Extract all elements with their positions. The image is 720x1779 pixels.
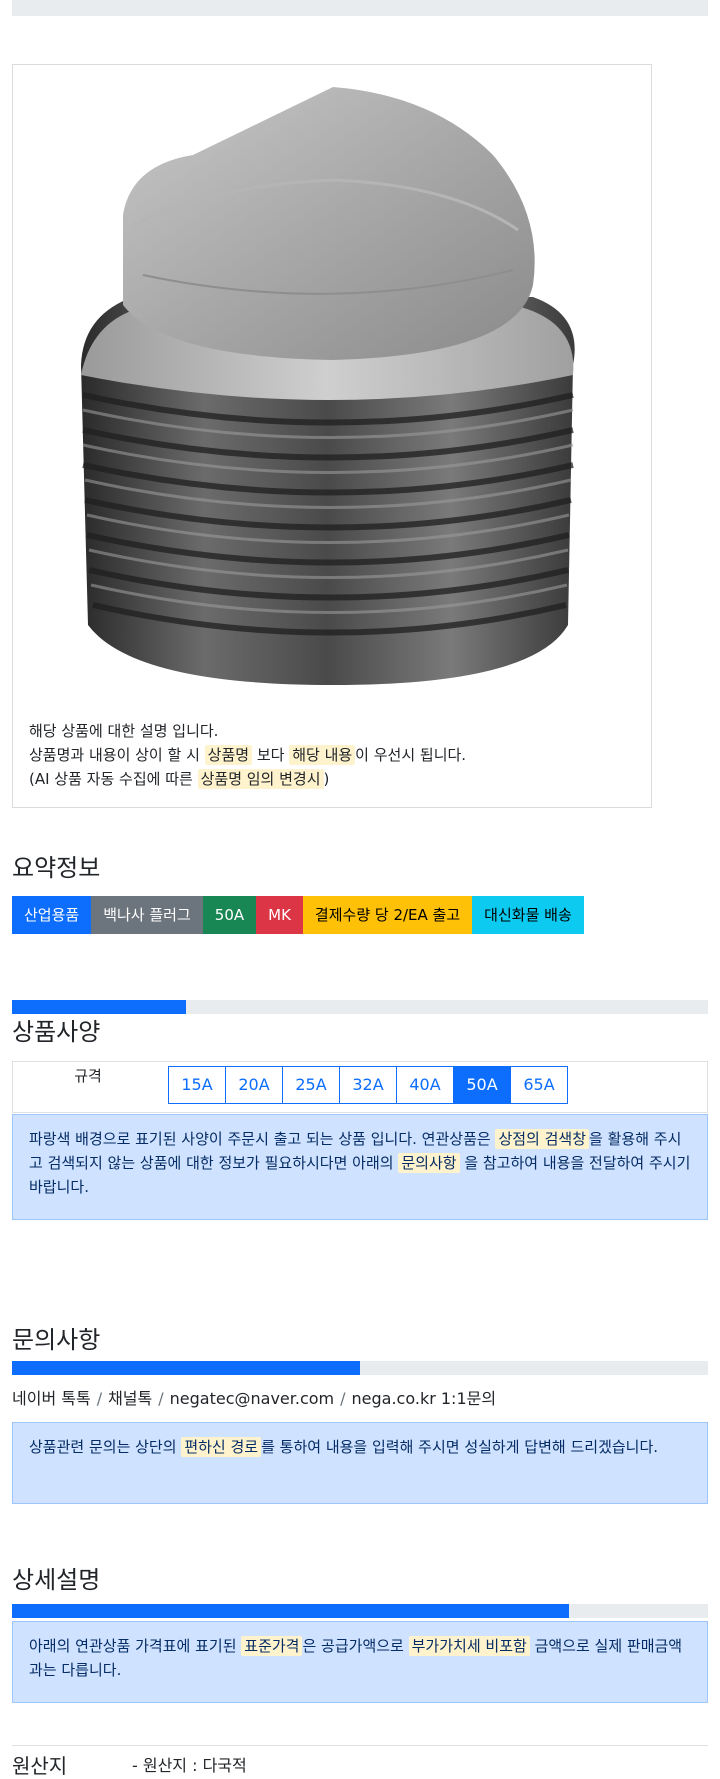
description-line-2: 상품명과 내용이 상이 할 시 상품명 보다 해당 내용 이 우선시 됩니다. xyxy=(29,743,466,767)
contact-naver-talk[interactable]: 네이버 톡톡 xyxy=(12,1389,91,1408)
badge-brand: MK xyxy=(256,896,303,934)
inquiry-progress-fill xyxy=(12,1361,360,1375)
spec-option-15a[interactable]: 15A xyxy=(168,1066,226,1104)
text: 은 공급가액으로 xyxy=(302,1637,409,1655)
description-line-3: (AI 상품 자동 수집에 따른 상품명 임의 변경시) xyxy=(29,767,466,791)
contact-channel-talk[interactable]: 채널톡 xyxy=(108,1389,152,1408)
highlight: 상점의 검색창 xyxy=(495,1129,590,1149)
description-line-1: 해당 상품에 대한 설명 입니다. xyxy=(29,722,219,740)
text: 상품명과 내용이 상이 할 시 xyxy=(29,746,205,764)
highlight: 편하신 경로 xyxy=(181,1437,262,1457)
spec-option-32a[interactable]: 32A xyxy=(339,1066,397,1104)
separator: / xyxy=(158,1389,164,1408)
contact-site-inquiry[interactable]: nega.co.kr 1:1문의 xyxy=(352,1389,497,1408)
spec-option-40a[interactable]: 40A xyxy=(396,1066,454,1104)
spec-title: 상품사양 xyxy=(12,1018,101,1046)
inquiry-notice: 상품관련 문의는 상단의 편하신 경로 를 통하여 내용을 입력해 주시면 성실하… xyxy=(12,1422,708,1504)
text: 아래의 연관상품 가격표에 표기된 xyxy=(29,1637,242,1655)
spec-option-20a[interactable]: 20A xyxy=(225,1066,283,1104)
text: ) xyxy=(323,770,330,788)
highlight: 부가가치세 비포함 xyxy=(408,1636,530,1656)
highlight: 표준가격 xyxy=(241,1636,303,1656)
text: 이 우선시 됩니다. xyxy=(355,746,467,764)
text: 상품관련 문의는 상단의 xyxy=(29,1438,182,1456)
origin-label: 원산지 xyxy=(12,1754,68,1778)
highlight: 상품명 임의 변경시 xyxy=(197,769,324,789)
text: 보다 xyxy=(252,746,290,764)
separator: / xyxy=(96,1389,103,1408)
contact-links: 네이버 톡톡 / 채널톡 / negatec@naver.com / nega.co.kr … xyxy=(12,1385,496,1409)
product-image-card: 해당 상품에 대한 설명 입니다. 상품명과 내용이 상이 할 시 상품명 보다… xyxy=(12,64,652,808)
text: 를 통하여 내용을 입력해 주시면 성실하게 답변해 드리겠습니다. xyxy=(261,1438,659,1456)
text: 파랑색 배경으로 표기된 사양이 주문시 출고 되는 상품 입니다. 연관상품은 xyxy=(29,1130,496,1148)
inquiry-title: 문의사항 xyxy=(12,1326,101,1354)
top-progress-bar xyxy=(12,0,708,16)
detail-title: 상세설명 xyxy=(12,1566,101,1594)
contact-email[interactable]: negatec@naver.com xyxy=(170,1389,334,1408)
detail-progress-fill xyxy=(12,1604,569,1618)
badge-quantity: 결제수량 당 2/EA 출고 xyxy=(302,896,473,934)
badge-category: 산업용품 xyxy=(12,896,92,934)
spec-label: 규격 xyxy=(74,1067,102,1085)
summary-badges: 산업용품 백나사 플러그 50A MK 결제수량 당 2/EA 출고 대신화물 … xyxy=(12,896,584,934)
inquiry-progress-bar xyxy=(12,1361,708,1375)
spec-option-65a[interactable]: 65A xyxy=(510,1066,568,1104)
badge-shipping: 대신화물 배송 xyxy=(472,896,584,934)
spec-table: 규격 15A 20A 25A 32A 40A 50A 65A xyxy=(12,1061,708,1113)
spec-options: 15A 20A 25A 32A 40A 50A 65A xyxy=(168,1066,568,1104)
spec-option-50a[interactable]: 50A xyxy=(453,1066,511,1104)
detail-progress-bar xyxy=(12,1604,708,1618)
detail-notice: 아래의 연관상품 가격표에 표기된 표준가격 은 공급가액으로 부가가치세 비포함… xyxy=(12,1621,708,1703)
origin-value: - 원산지 : 다국적 xyxy=(132,1756,247,1775)
spec-notice: 파랑색 배경으로 표기된 사양이 주문시 출고 되는 상품 입니다. 연관상품은… xyxy=(12,1114,708,1220)
badge-size: 50A xyxy=(202,896,257,934)
spec-progress-bar xyxy=(12,1000,708,1014)
highlight: 상품명 xyxy=(204,745,253,765)
product-image xyxy=(81,87,575,685)
badge-product-type: 백나사 플러그 xyxy=(91,896,203,934)
highlight: 해당 내용 xyxy=(289,745,356,765)
separator: / xyxy=(340,1389,346,1408)
text: (AI 상품 자동 수집에 따른 xyxy=(29,770,198,788)
origin-divider xyxy=(12,1745,708,1746)
highlight: 문의사항 xyxy=(398,1153,460,1173)
product-description: 해당 상품에 대한 설명 입니다. 상품명과 내용이 상이 할 시 상품명 보다… xyxy=(29,719,466,791)
spec-option-25a[interactable]: 25A xyxy=(282,1066,340,1104)
summary-title: 요약정보 xyxy=(12,854,101,882)
